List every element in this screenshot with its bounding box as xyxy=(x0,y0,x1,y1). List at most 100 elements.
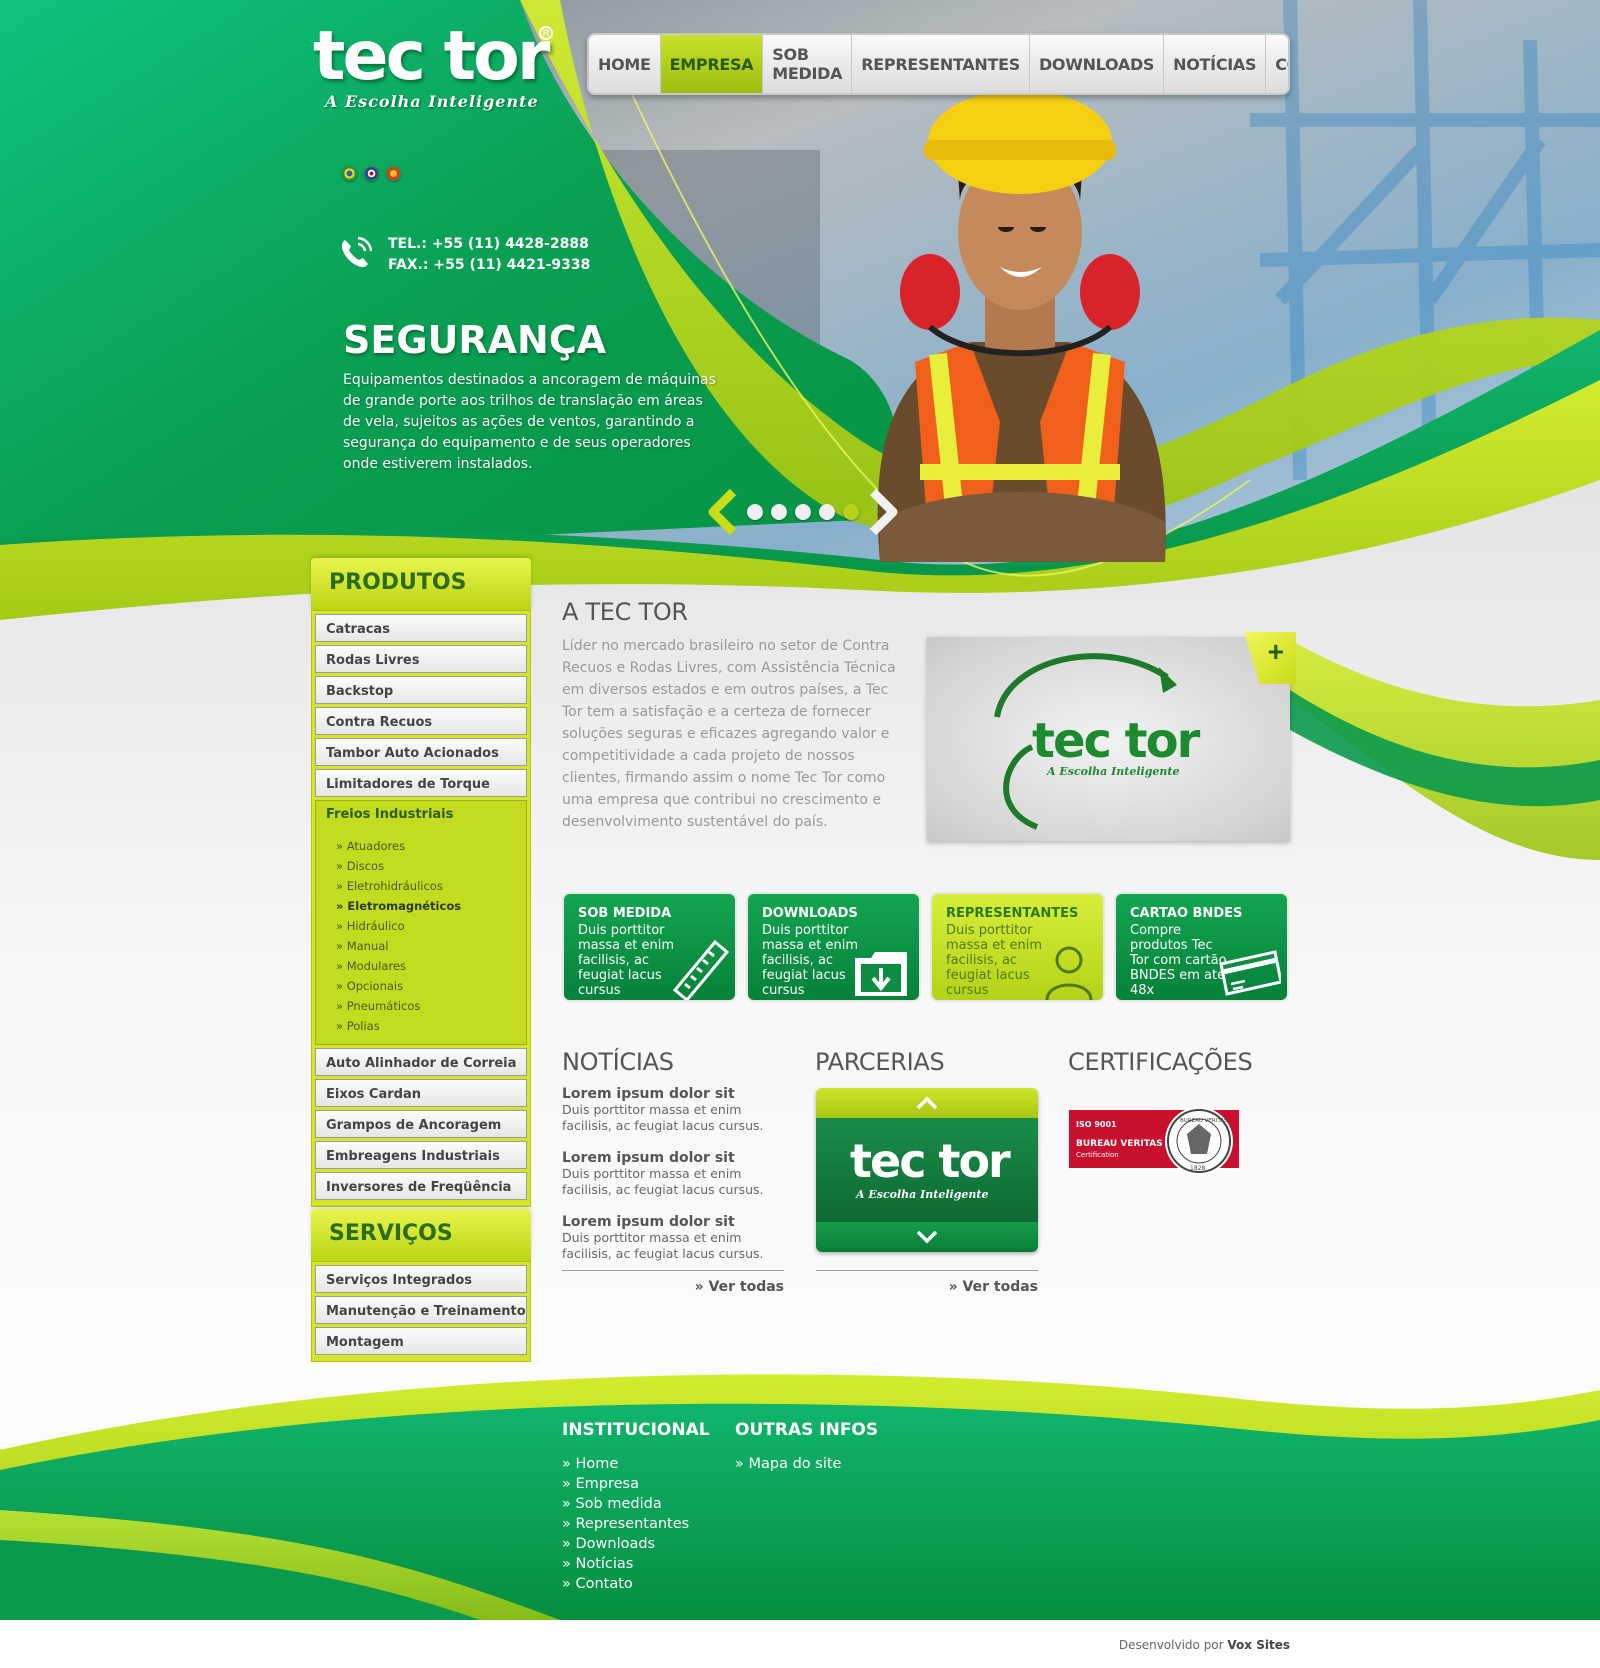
sidebar-item-contra-recuos[interactable]: Contra Recuos xyxy=(315,707,527,735)
main-nav: HOME EMPRESA SOB MEDIDA REPRESENTANTES D… xyxy=(587,33,1290,95)
produtos-heading: PRODUTOS xyxy=(311,558,531,610)
phone-icon xyxy=(341,236,373,268)
iso-label: ISO 9001 xyxy=(1076,1120,1117,1129)
footer-link-contato[interactable]: » Contato xyxy=(562,1574,710,1594)
sidebar-item-limitadores[interactable]: Limitadores de Torque xyxy=(315,769,527,797)
footer-link-empresa[interactable]: » Empresa xyxy=(562,1474,710,1494)
news-item-title: Lorem ipsum dolor sit xyxy=(562,1086,735,1102)
sidebar-item-auto-alinhador[interactable]: Auto Alinhador de Correia xyxy=(315,1048,527,1076)
box-downloads[interactable]: DOWNLOADS Duis porttitor massa et enim f… xyxy=(746,892,921,1002)
box-representantes[interactable]: REPRESENTANTES Duis porttitor massa et e… xyxy=(930,892,1105,1002)
slide-dot-2[interactable] xyxy=(771,504,787,520)
box-title: CARTAO BNDES xyxy=(1130,906,1243,921)
nav-noticias[interactable]: NOTÍCIAS xyxy=(1164,35,1267,93)
footer-link-sob-medida[interactable]: » Sob medida xyxy=(562,1494,710,1514)
box-sob-medida[interactable]: SOB MEDIDA Duis porttitor massa et enim … xyxy=(562,892,737,1002)
subitem-opcionais[interactable]: » Opcionais xyxy=(336,976,516,996)
nav-empresa[interactable]: EMPRESA xyxy=(660,35,764,93)
sidebar-item-manutencao[interactable]: Manutenção e Treinamento xyxy=(315,1296,527,1324)
divider xyxy=(816,1270,1038,1271)
box-title: SOB MEDIDA xyxy=(578,906,672,921)
nav-home[interactable]: HOME xyxy=(589,35,661,93)
freios-submenu: » Atuadores » Discos » Eletrohidráulicos… xyxy=(326,836,516,1036)
subitem-atuadores[interactable]: » Atuadores xyxy=(336,836,516,856)
sidebar-item-eixos-cardan[interactable]: Eixos Cardan xyxy=(315,1079,527,1107)
flag-english-icon[interactable] xyxy=(364,166,379,181)
sidebar-item-tambor[interactable]: Tambor Auto Acionados xyxy=(315,738,527,766)
subitem-discos[interactable]: » Discos xyxy=(336,856,516,876)
news-list: Lorem ipsum dolor sit Duis porttitor mas… xyxy=(562,1086,784,1278)
partner-logo-tagline: A Escolha Inteligente xyxy=(856,1188,989,1201)
chevron-left-icon[interactable] xyxy=(705,488,739,536)
subitem-eletrohidraulicos[interactable]: » Eletrohidráulicos xyxy=(336,876,516,896)
about-image: tec tor A Escolha Inteligente xyxy=(927,637,1290,841)
news-footer: » Ver todas xyxy=(562,1270,784,1295)
logo[interactable]: tec tor R A Escolha Inteligente xyxy=(313,22,563,122)
flag-spanish-icon[interactable] xyxy=(386,166,401,181)
credit-link[interactable]: Vox Sites xyxy=(1227,1638,1290,1652)
chevron-up-icon xyxy=(916,1096,938,1110)
nav-sob-medida[interactable]: SOB MEDIDA xyxy=(763,35,853,93)
svg-text:tec tor: tec tor xyxy=(1032,713,1201,769)
box-title: REPRESENTANTES xyxy=(946,906,1079,921)
divider xyxy=(562,1270,784,1271)
registered-mark: R xyxy=(539,26,553,40)
feature-boxes: SOB MEDIDA Duis porttitor massa et enim … xyxy=(562,892,1289,1002)
box-desc: Duis porttitor massa et enim facilisis, … xyxy=(578,923,675,998)
sidebar-item-catracas[interactable]: Catracas xyxy=(315,614,527,642)
flag-brazil-icon[interactable] xyxy=(342,166,357,181)
bureau-veritas-certification[interactable]: ISO 9001 BUREAU VERITAS Certification BU… xyxy=(1069,1106,1239,1176)
subitem-polias[interactable]: » Polias xyxy=(336,1016,516,1036)
credit-prefix: Desenvolvido por xyxy=(1118,1638,1224,1652)
servicos-heading: SERVIÇOS xyxy=(311,1209,531,1261)
partner-logo[interactable]: tec tor A Escolha Inteligente xyxy=(816,1118,1038,1222)
servicos-list: Serviços Integrados Manutenção e Treinam… xyxy=(311,1261,531,1362)
sidebar-item-grampos[interactable]: Grampos de Ancoragem xyxy=(315,1110,527,1138)
sidebar-item-montagem[interactable]: Montagem xyxy=(315,1327,527,1355)
slide-dot-3[interactable] xyxy=(795,504,811,520)
slide-dot-4[interactable] xyxy=(819,504,835,520)
partners-down-button[interactable] xyxy=(816,1222,1038,1252)
sidebar-item-backstop[interactable]: Backstop xyxy=(315,676,527,704)
freios-label: Freios Industriais xyxy=(326,807,454,822)
slide-dot-5[interactable] xyxy=(843,504,859,520)
nav-representantes[interactable]: REPRESENTANTES xyxy=(852,35,1030,93)
footer-link-downloads[interactable]: » Downloads xyxy=(562,1534,710,1554)
subitem-modulares[interactable]: » Modulares xyxy=(336,956,516,976)
tel-number: TEL.: +55 (11) 4428-2888 xyxy=(388,236,589,252)
footer-link-representantes[interactable]: » Representantes xyxy=(562,1514,710,1534)
nav-downloads[interactable]: DOWNLOADS xyxy=(1030,35,1165,93)
subitem-manual[interactable]: » Manual xyxy=(336,936,516,956)
about-title: A TEC TOR xyxy=(562,598,688,626)
news-item[interactable]: Lorem ipsum dolor sit Duis porttitor mas… xyxy=(562,1214,784,1262)
subitem-eletromagneticos[interactable]: » Eletromagnéticos xyxy=(336,896,516,916)
news-item-desc: Duis porttitor massa et enim facilisis, … xyxy=(562,1230,764,1261)
slide-dot-1[interactable] xyxy=(747,504,763,520)
subitem-pneumaticos[interactable]: » Pneumáticos xyxy=(336,996,516,1016)
news-item[interactable]: Lorem ipsum dolor sit Duis porttitor mas… xyxy=(562,1086,784,1134)
fax-number: FAX.: +55 (11) 4421-9338 xyxy=(388,257,591,273)
plus-icon: + xyxy=(1267,636,1284,667)
footer-col-title: INSTITUCIONAL xyxy=(562,1420,710,1440)
seal-year: 1828 xyxy=(1190,1165,1205,1172)
sidebar-item-freios-industriais[interactable]: Freios Industriais » Atuadores » Discos … xyxy=(315,800,527,1045)
footer-link-home[interactable]: » Home xyxy=(562,1454,710,1474)
about-text: Líder no mercado brasileiro no setor de … xyxy=(562,638,896,830)
news-item-desc: Duis porttitor massa et enim facilisis, … xyxy=(562,1102,764,1133)
chevron-right-icon[interactable] xyxy=(867,488,901,536)
partners-see-all-link[interactable]: » Ver todas xyxy=(816,1279,1038,1295)
subitem-hidraulico[interactable]: » Hidráulico xyxy=(336,916,516,936)
footer-link-noticias[interactable]: » Notícias xyxy=(562,1554,710,1574)
sidebar-item-servicos-integrados[interactable]: Serviços Integrados xyxy=(315,1265,527,1293)
sidebar-item-inversores[interactable]: Inversores de Freqüência xyxy=(315,1172,527,1200)
credit-card-icon xyxy=(1219,950,1281,996)
news-see-all-link[interactable]: » Ver todas xyxy=(562,1279,784,1295)
partners-title: PARCERIAS xyxy=(815,1048,945,1076)
partners-up-button[interactable] xyxy=(816,1088,1038,1118)
sidebar-item-embreagens[interactable]: Embreagens Industriais xyxy=(315,1141,527,1169)
box-cartao-bndes[interactable]: CARTAO BNDES Compre produtos Tec Tor com… xyxy=(1114,892,1289,1002)
footer-link-mapa-do-site[interactable]: » Mapa do site xyxy=(735,1454,878,1474)
nav-contato[interactable]: CONTATO xyxy=(1266,35,1288,93)
sidebar-item-rodas-livres[interactable]: Rodas Livres xyxy=(315,645,527,673)
news-item[interactable]: Lorem ipsum dolor sit Duis porttitor mas… xyxy=(562,1150,784,1198)
